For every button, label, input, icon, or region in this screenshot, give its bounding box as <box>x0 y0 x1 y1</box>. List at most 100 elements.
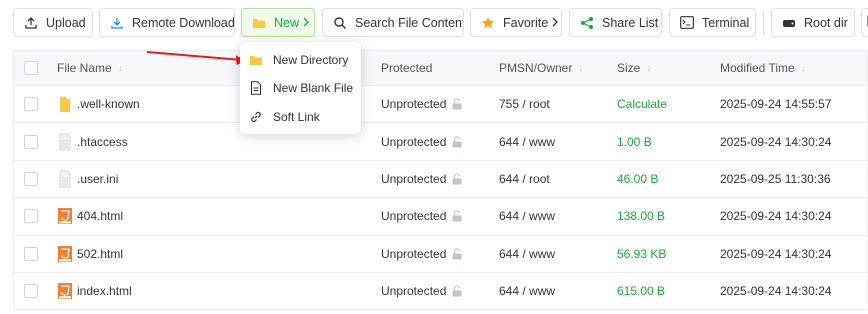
table-header: File Name ↓ Protected PMSN/Owner ↓ Size … <box>14 51 867 86</box>
file-icon <box>57 133 73 151</box>
table-row[interactable]: .htaccess Unprotected 644 / www 1.00 B 2… <box>14 123 867 161</box>
protected-cell[interactable]: Unprotected <box>381 273 463 309</box>
modified-time-cell: 2025-09-24 14:30:24 <box>720 284 832 299</box>
new-button[interactable]: New <box>241 8 315 37</box>
menu-item-new-blank-file[interactable]: New Blank File <box>240 74 361 102</box>
table-row[interactable]: index.html Unprotected 644 / www 615.00 … <box>14 272 867 311</box>
menu-item-soft-link[interactable]: Soft Link <box>240 103 361 131</box>
file-icon <box>57 170 73 188</box>
file-name-cell[interactable]: index.html <box>57 273 132 309</box>
size-cell: 1.00 B <box>617 134 652 149</box>
column-header-size[interactable]: Size ↓ <box>617 51 651 85</box>
share-list-label: Share List <box>602 15 659 30</box>
modified-time-cell: 2025-09-24 14:30:24 <box>720 134 832 149</box>
protected-cell[interactable]: Unprotected <box>381 236 463 272</box>
size-cell[interactable]: Calculate <box>617 86 667 122</box>
chevron-right-icon <box>551 16 559 30</box>
table-row[interactable]: 502.html Unprotected 644 / www 56.93 KB … <box>14 235 867 273</box>
folder-icon <box>249 53 263 67</box>
file-name-cell[interactable]: .htaccess <box>57 123 128 159</box>
column-header-pmsn-owner[interactable]: PMSN/Owner ↓ <box>499 51 583 85</box>
row-checkbox[interactable] <box>24 171 38 186</box>
row-checkbox[interactable] <box>24 209 38 224</box>
html-file-icon <box>57 245 73 263</box>
terminal-label: Terminal <box>702 15 750 30</box>
link-icon <box>249 110 263 124</box>
file-name-cell[interactable]: .well-known <box>57 86 140 122</box>
sort-arrow-icon: ↓ <box>117 62 123 74</box>
share-icon <box>580 16 594 30</box>
disk-icon <box>782 16 796 30</box>
row-checkbox[interactable] <box>24 246 38 261</box>
permission-cell[interactable]: 644 / www <box>499 273 555 309</box>
modified-time-cell: 2025-09-25 11:30:36 <box>720 171 831 186</box>
upload-button[interactable]: Upload <box>13 8 93 37</box>
folder-icon <box>252 16 266 30</box>
toolbar: Upload Remote Download New Search File C… <box>0 8 868 38</box>
remote-download-label: Remote Download <box>132 15 235 30</box>
html-file-icon <box>57 207 73 225</box>
unlock-icon <box>451 285 463 297</box>
protected-cell[interactable]: Unprotected <box>381 198 463 234</box>
size-cell: 138.00 B <box>617 209 666 224</box>
unlock-icon <box>451 210 463 222</box>
sort-arrow-icon: ↓ <box>578 62 584 74</box>
table-row[interactable]: .well-known Unprotected 755 / root Calcu… <box>14 86 867 124</box>
modified-time-cell: 2025-09-24 14:30:24 <box>720 246 832 261</box>
size-cell: 46.00 B <box>617 171 659 186</box>
chevron-right-icon <box>302 16 310 30</box>
file-name-cell[interactable]: 502.html <box>57 236 123 272</box>
upload-label: Upload <box>46 15 86 30</box>
modified-time-cell: 2025-09-24 14:55:57 <box>720 97 832 112</box>
new-dropdown-menu: New Directory New Blank File Soft Link <box>240 42 361 134</box>
table-row[interactable]: .user.ini Unprotected 644 / root 46.00 B… <box>14 160 867 199</box>
terminal-button[interactable]: Terminal <box>669 8 756 37</box>
root-dir-button[interactable]: Root dir <box>771 8 855 37</box>
row-checkbox[interactable] <box>24 97 38 112</box>
menu-item-new-directory[interactable]: New Directory <box>240 46 361 74</box>
protected-cell[interactable]: Unprotected <box>381 86 463 122</box>
modified-time-cell: 2025-09-24 14:30:24 <box>720 209 832 224</box>
toolbar-divider <box>763 10 764 36</box>
row-checkbox[interactable] <box>24 284 38 299</box>
column-header-modified-time[interactable]: Modified Time ↓ <box>720 51 806 85</box>
remote-download-button[interactable]: Remote Download <box>99 8 235 37</box>
permission-cell[interactable]: 644 / root <box>499 161 550 197</box>
search-icon <box>333 16 347 30</box>
search-file-content-button[interactable]: Search File Content <box>322 8 464 37</box>
sort-arrow-icon: ↓ <box>800 62 806 74</box>
unlock-icon <box>451 98 463 110</box>
file-name-cell[interactable]: 404.html <box>57 198 123 234</box>
upload-icon <box>24 16 38 30</box>
select-all-checkbox[interactable] <box>24 61 38 75</box>
file-table: File Name ↓ Protected PMSN/Owner ↓ Size … <box>13 50 868 311</box>
file-name-cell[interactable]: .user.ini <box>57 161 118 197</box>
star-icon <box>481 16 495 30</box>
permission-cell[interactable]: 755 / root <box>499 86 550 122</box>
permission-cell[interactable]: 644 / www <box>499 198 555 234</box>
permission-cell[interactable]: 644 / www <box>499 123 555 159</box>
more-button[interactable] <box>861 8 868 37</box>
row-checkbox[interactable] <box>24 134 38 149</box>
unlock-icon <box>451 135 463 148</box>
protected-cell[interactable]: Unprotected <box>381 123 463 159</box>
unlock-icon <box>451 173 463 185</box>
download-icon <box>110 16 124 30</box>
file-icon <box>249 81 263 95</box>
favorite-button[interactable]: Favorite <box>470 8 562 37</box>
favorite-label: Favorite <box>503 15 549 30</box>
column-header-file-name[interactable]: File Name ↓ <box>57 51 123 85</box>
unlock-icon <box>451 248 463 260</box>
table-row[interactable]: 404.html Unprotected 644 / www 138.00 B … <box>14 198 867 236</box>
search-file-content-label: Search File Content <box>355 15 464 30</box>
column-header-protected: Protected <box>381 61 433 75</box>
sort-arrow-icon: ↓ <box>646 62 652 74</box>
terminal-icon <box>680 16 694 30</box>
root-dir-label: Root dir <box>804 15 848 30</box>
permission-cell[interactable]: 644 / www <box>499 236 555 272</box>
new-label: New <box>274 15 300 30</box>
size-cell: 615.00 B <box>617 284 666 299</box>
protected-cell[interactable]: Unprotected <box>381 161 463 197</box>
html-file-icon <box>57 282 73 300</box>
share-list-button[interactable]: Share List <box>569 8 662 37</box>
